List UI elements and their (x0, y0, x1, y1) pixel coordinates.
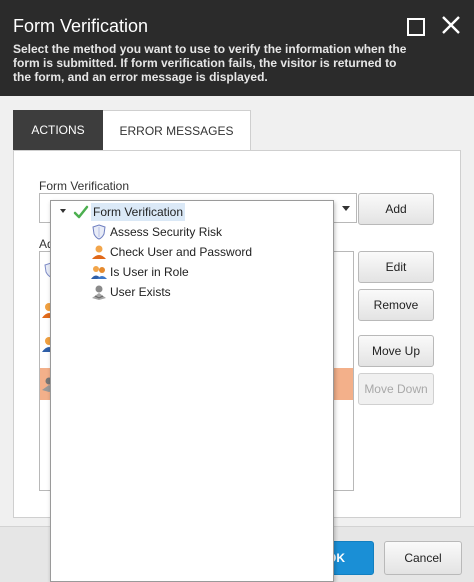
tree-item-assess-security-risk[interactable]: Assess Security Risk (91, 223, 222, 241)
form-verification-dropdown[interactable]: Form Verification Assess Security Risk C… (50, 200, 334, 582)
dialog-description: Select the method you want to use to ver… (13, 42, 407, 84)
add-button[interactable]: Add (358, 193, 434, 225)
users-role-icon (91, 266, 107, 279)
user-exists-icon (92, 285, 106, 300)
dialog-header: Form Verification Select the method you … (0, 0, 474, 96)
tree-item-is-user-in-role[interactable]: Is User in Role (91, 263, 189, 281)
move-down-button: Move Down (358, 373, 434, 405)
tree-item-label: Check User and Password (110, 245, 253, 259)
tree-root-form-verification[interactable]: Form Verification (73, 203, 186, 221)
tree-item-user-exists[interactable]: User Exists (91, 283, 171, 301)
checkmark-icon (73, 205, 89, 219)
form-verification-label: Form Verification (39, 179, 130, 193)
move-up-button[interactable]: Move Up (358, 335, 434, 367)
maximize-icon[interactable] (407, 18, 425, 36)
chevron-down-icon[interactable] (342, 206, 350, 211)
remove-button[interactable]: Remove (358, 289, 434, 321)
cancel-button[interactable]: Cancel (384, 541, 462, 575)
tree-item-label: User Exists (110, 285, 171, 299)
tree-item-check-user-and-password[interactable]: Check User and Password (91, 243, 252, 261)
dialog-title: Form Verification (13, 16, 149, 36)
tab-error-messages[interactable]: ERROR MESSAGES (103, 110, 251, 150)
close-icon[interactable] (440, 14, 462, 36)
tree-item-label: Assess Security Risk (110, 225, 223, 239)
tree-expand-icon[interactable] (60, 209, 66, 213)
tab-actions[interactable]: ACTIONS (13, 110, 103, 150)
shield-icon (92, 224, 106, 240)
tree-item-label: Is User in Role (110, 265, 189, 279)
tree-root-label: Form Verification (91, 203, 186, 221)
user-icon (92, 245, 106, 259)
edit-button[interactable]: Edit (358, 251, 434, 283)
